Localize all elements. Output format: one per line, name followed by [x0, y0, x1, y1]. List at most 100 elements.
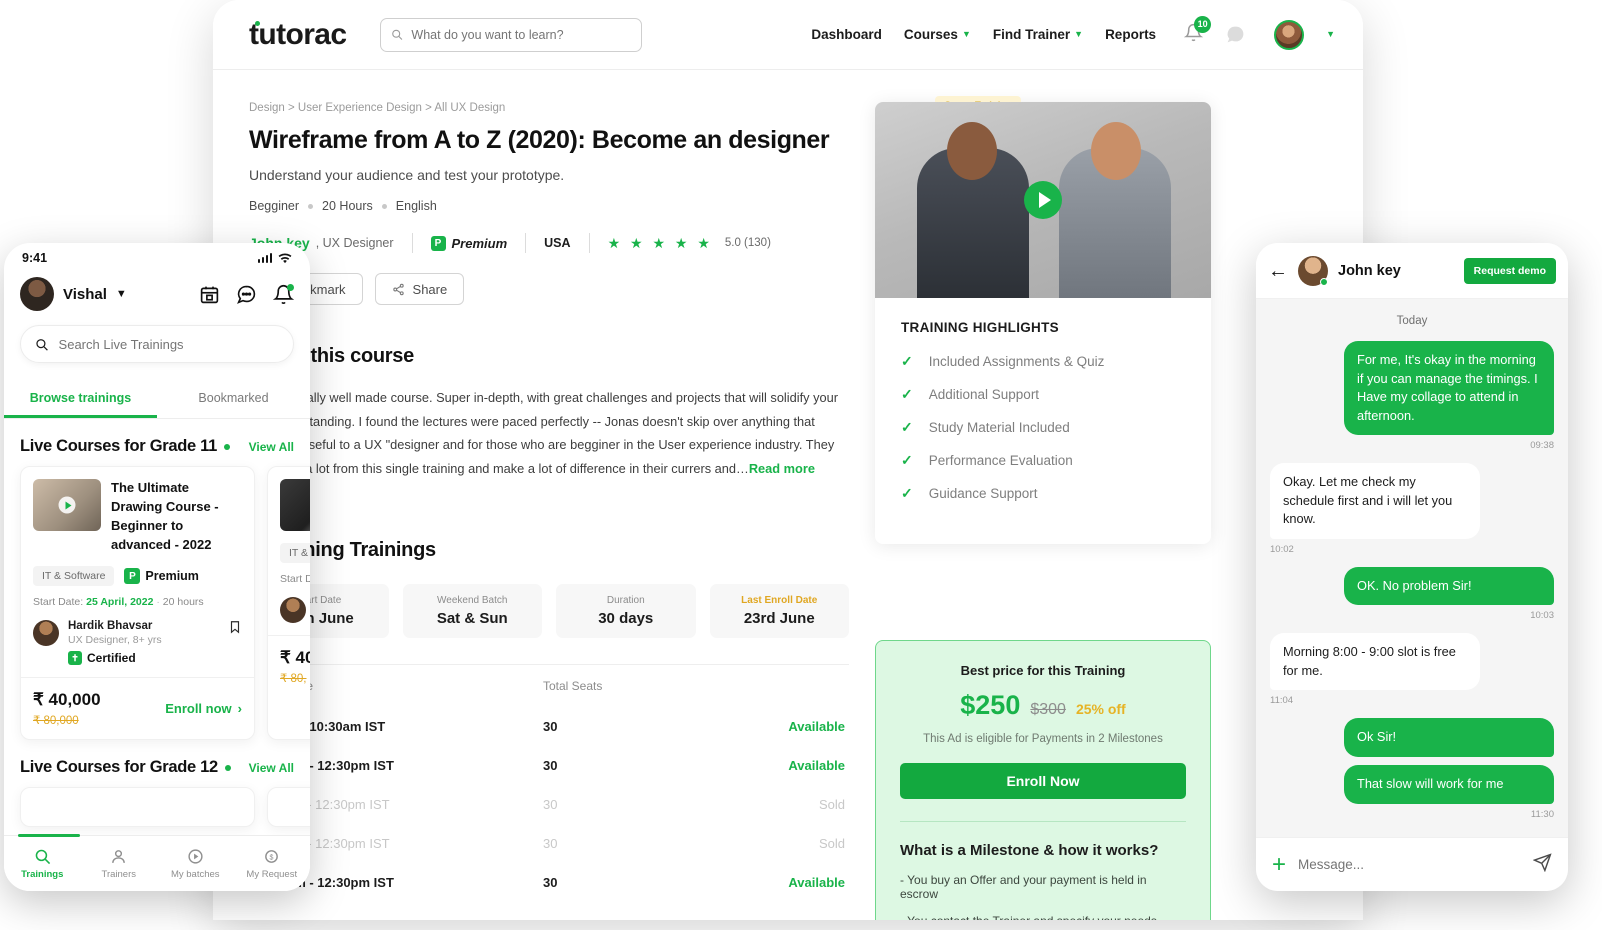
- old-price: $300: [1030, 701, 1066, 719]
- share-button[interactable]: Share: [375, 273, 465, 305]
- nav-courses[interactable]: Courses▼: [904, 27, 971, 42]
- col-total-seats: Total Seats: [543, 679, 743, 693]
- view-all-link[interactable]: View All: [249, 761, 294, 775]
- chat-header: ← John key Request demo: [1256, 243, 1568, 299]
- notification-badge: 10: [1194, 16, 1211, 33]
- table-row: 12:00pm - 12:30pm IST 30 Sold: [249, 824, 849, 863]
- tab-bookmarked[interactable]: Bookmarked: [157, 381, 310, 418]
- chat-bubble-icon[interactable]: [1225, 24, 1246, 45]
- search-icon: [391, 28, 403, 41]
- nav-label: Reports: [1105, 27, 1156, 42]
- premium-label: Premium: [452, 236, 508, 251]
- bookmark-icon[interactable]: [228, 620, 242, 639]
- chat-bubble-icon[interactable]: [236, 284, 257, 305]
- send-icon[interactable]: [1533, 853, 1552, 877]
- global-search[interactable]: [380, 18, 642, 52]
- meta-hours: 20 Hours: [322, 199, 373, 213]
- search-input[interactable]: [59, 337, 279, 352]
- person-right-head: [1091, 122, 1141, 180]
- course-video-thumbnail[interactable]: [875, 102, 1211, 298]
- highlights-title: TRAINING HIGHLIGHTS: [901, 320, 1185, 335]
- request-demo-button[interactable]: Request demo: [1464, 258, 1556, 284]
- dot-separator-icon: [308, 204, 313, 209]
- course-card[interactable]: IT & Start Da ₹ 40 ₹ 80,: [267, 466, 310, 740]
- batch-summary-chips: Start Date 24th June Weekend Batch Sat &…: [249, 584, 849, 638]
- phone-header: Vishal ▼: [4, 273, 310, 363]
- chat-message-incoming: Okay. Let me check my schedule first and…: [1270, 463, 1480, 539]
- chevron-down-icon[interactable]: ▼: [1326, 30, 1335, 39]
- enroll-now-button[interactable]: Enroll Now: [900, 763, 1186, 799]
- nav-my-batches[interactable]: My batches: [157, 848, 234, 880]
- add-attachment-icon[interactable]: +: [1272, 853, 1286, 877]
- chip-value: 23rd June: [744, 610, 815, 627]
- trainer-text: Hardik Bhavsar UX Designer, 8+ yrs ✝ Cer…: [68, 620, 162, 665]
- course-card[interactable]: The Ultimate Drawing Course - Beginner t…: [20, 466, 255, 740]
- phone-search[interactable]: [20, 325, 294, 363]
- country: USA: [526, 236, 588, 250]
- chevron-down-icon[interactable]: ▼: [116, 288, 127, 300]
- cell-seats: 30: [543, 758, 743, 773]
- course-thumbnail[interactable]: [33, 479, 101, 531]
- tutorac-logo[interactable]: tutorac: [249, 18, 350, 52]
- cell-seats: 30: [543, 836, 743, 851]
- calendar-icon[interactable]: [199, 284, 220, 305]
- certified-badge: ✝ Certified: [68, 651, 162, 665]
- course-card[interactable]: [267, 787, 310, 827]
- phone-tabs: Browse trainings Bookmarked: [4, 381, 310, 419]
- price-heading: Best price for this Training: [900, 663, 1186, 678]
- course-thumbnail[interactable]: [280, 479, 310, 531]
- about-read-more[interactable]: Read more: [749, 461, 815, 476]
- cell-seats: 30: [543, 797, 743, 812]
- course-card[interactable]: [20, 787, 255, 827]
- table-row[interactable]: 12:00pm - 12:30pm IST 30 Available: [249, 863, 849, 902]
- course-title: The Ultimate Drawing Course - Beginner t…: [111, 479, 242, 554]
- trainer-avatar: [33, 620, 59, 646]
- table-row[interactable]: 12:00pm - 12:30pm IST 30 Available: [249, 746, 849, 785]
- chat-message-outgoing: OK. No problem Sir!: [1344, 567, 1554, 606]
- price-row: $250 $300 25% off: [900, 690, 1186, 721]
- view-all-link[interactable]: View All: [249, 440, 294, 454]
- category-tag: IT & Software: [33, 566, 114, 586]
- message-time: 11:04: [1270, 695, 1554, 706]
- message-time: 09:38: [1270, 440, 1554, 451]
- nav-label: Find Trainer: [993, 27, 1070, 42]
- chevron-down-icon: ▼: [962, 30, 971, 39]
- nav-trainings[interactable]: Trainings: [4, 848, 81, 880]
- message-time: 10:03: [1270, 610, 1554, 621]
- premium-label: Premium: [145, 569, 199, 583]
- notification-bell[interactable]: [273, 284, 294, 305]
- tab-browse-trainings[interactable]: Browse trainings: [4, 381, 157, 418]
- star-rating-icon: ★ ★ ★ ★ ★: [608, 235, 713, 252]
- breadcrumb[interactable]: Design > User Experience Design > All UX…: [249, 102, 849, 114]
- active-tab-indicator: [18, 834, 80, 837]
- start-date-label: Start Date:: [33, 596, 83, 608]
- avatar[interactable]: [20, 277, 54, 311]
- course-card-carousel: The Ultimate Drawing Course - Beginner t…: [4, 466, 310, 740]
- user-avatar[interactable]: [1274, 20, 1304, 50]
- nav-dashboard[interactable]: Dashboard: [811, 27, 882, 42]
- search-input[interactable]: [411, 28, 631, 42]
- nav-my-request[interactable]: $ My Request: [234, 848, 311, 880]
- unread-dot: [287, 284, 294, 291]
- premium-chip-icon: P: [431, 236, 446, 251]
- enroll-now-link[interactable]: Enroll now ›: [165, 701, 242, 716]
- cell-status: Sold: [743, 836, 849, 851]
- contact-avatar[interactable]: [1298, 256, 1328, 286]
- check-icon: ✓: [901, 485, 913, 502]
- cell-status: Available: [743, 719, 849, 734]
- nav-find-trainer[interactable]: Find Trainer▼: [993, 27, 1083, 42]
- message-input[interactable]: [1298, 857, 1521, 872]
- chip-value: 30 days: [598, 610, 653, 627]
- nav-trainers[interactable]: Trainers: [81, 848, 158, 880]
- chip-label: Last Enroll Date: [741, 595, 817, 606]
- course-trainer: [280, 597, 310, 623]
- table-row[interactable]: 9:30am - 10:30am IST 30 Available: [249, 707, 849, 746]
- nav-reports[interactable]: Reports: [1105, 27, 1156, 42]
- back-arrow-icon[interactable]: ←: [1268, 261, 1288, 281]
- notifications-button[interactable]: 10: [1184, 23, 1203, 47]
- message-time: 10:02: [1270, 544, 1554, 555]
- section-title: Live Courses for Grade 12: [20, 758, 218, 777]
- discount-label: 25% off: [1076, 701, 1126, 717]
- play-icon[interactable]: [1024, 181, 1062, 219]
- premium-badge: P Premium: [413, 236, 526, 251]
